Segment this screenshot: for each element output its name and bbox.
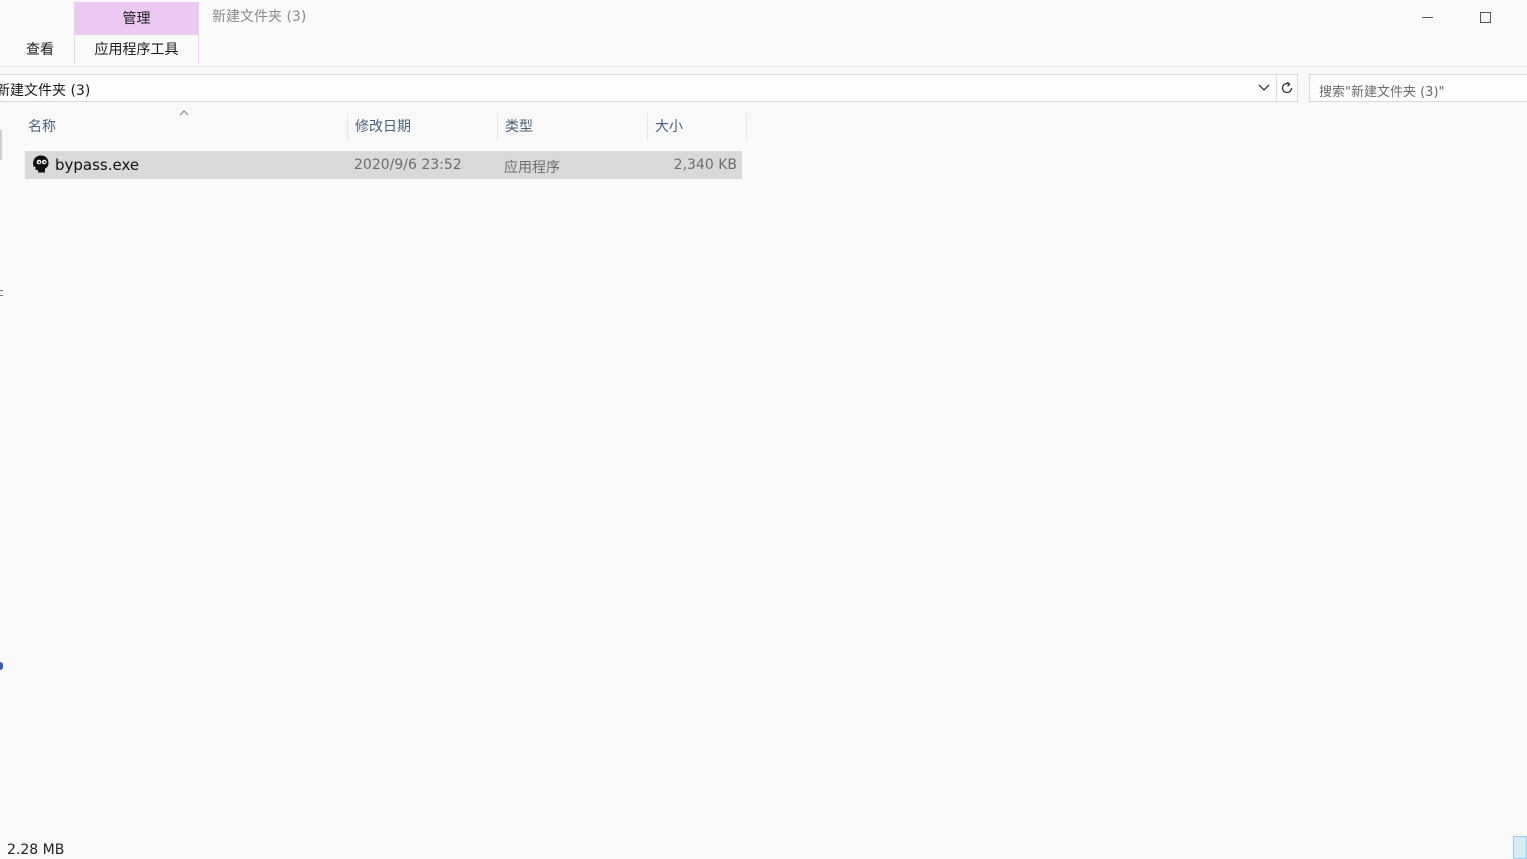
ribbon-divider (0, 66, 1527, 67)
navigation-pane-edge (0, 130, 2, 160)
minimize-icon (1421, 16, 1433, 18)
tab-application-tools[interactable]: 应用程序工具 (74, 35, 199, 64)
ribbon-context-group-manage[interactable]: 管理 (74, 2, 199, 35)
maximize-button[interactable] (1462, 2, 1508, 32)
address-path[interactable]: 新建文件夹 (3) (0, 80, 90, 100)
file-name: bypass.exe (55, 156, 140, 174)
minimize-button[interactable] (1404, 2, 1450, 32)
file-type: 应用程序 (504, 160, 560, 176)
column-header-type[interactable]: 类型 (497, 113, 646, 141)
file-explorer-window: 管理 应用程序工具 查看 新建文件夹 (3) 新建文件夹 (3) 搜索"新建文件… (0, 0, 1527, 859)
file-modified-date: 2020/9/6 23:52 (354, 157, 462, 173)
search-input[interactable]: 搜索"新建文件夹 (3)" (1309, 74, 1527, 102)
status-selected-size: 2.28 MB (7, 842, 65, 858)
address-bar[interactable]: 新建文件夹 (3) (0, 74, 1277, 102)
navigation-pane-edge-dot (0, 662, 3, 670)
column-header-name[interactable]: 名称 (21, 113, 346, 141)
column-header-date[interactable]: 修改日期 (347, 113, 496, 141)
chevron-down-icon (1258, 84, 1270, 91)
refresh-button[interactable] (1276, 74, 1298, 102)
file-row[interactable]: bypass.exe 2020/9/6 23:52 应用程序 2,340 KB (25, 151, 742, 179)
details-view-button[interactable] (1513, 836, 1527, 859)
app-icon (33, 155, 49, 173)
address-history-button[interactable] (1255, 79, 1273, 97)
window-title: 新建文件夹 (3) (212, 9, 307, 25)
refresh-icon (1281, 81, 1293, 94)
tab-view[interactable]: 查看 (18, 35, 62, 64)
file-size: 2,340 KB (673, 157, 737, 173)
maximize-icon (1479, 11, 1491, 23)
navigation-pane-edge-mark (0, 290, 3, 296)
column-header-size[interactable]: 大小 (647, 113, 747, 141)
search-placeholder: 搜索"新建文件夹 (3)" (1319, 85, 1445, 100)
